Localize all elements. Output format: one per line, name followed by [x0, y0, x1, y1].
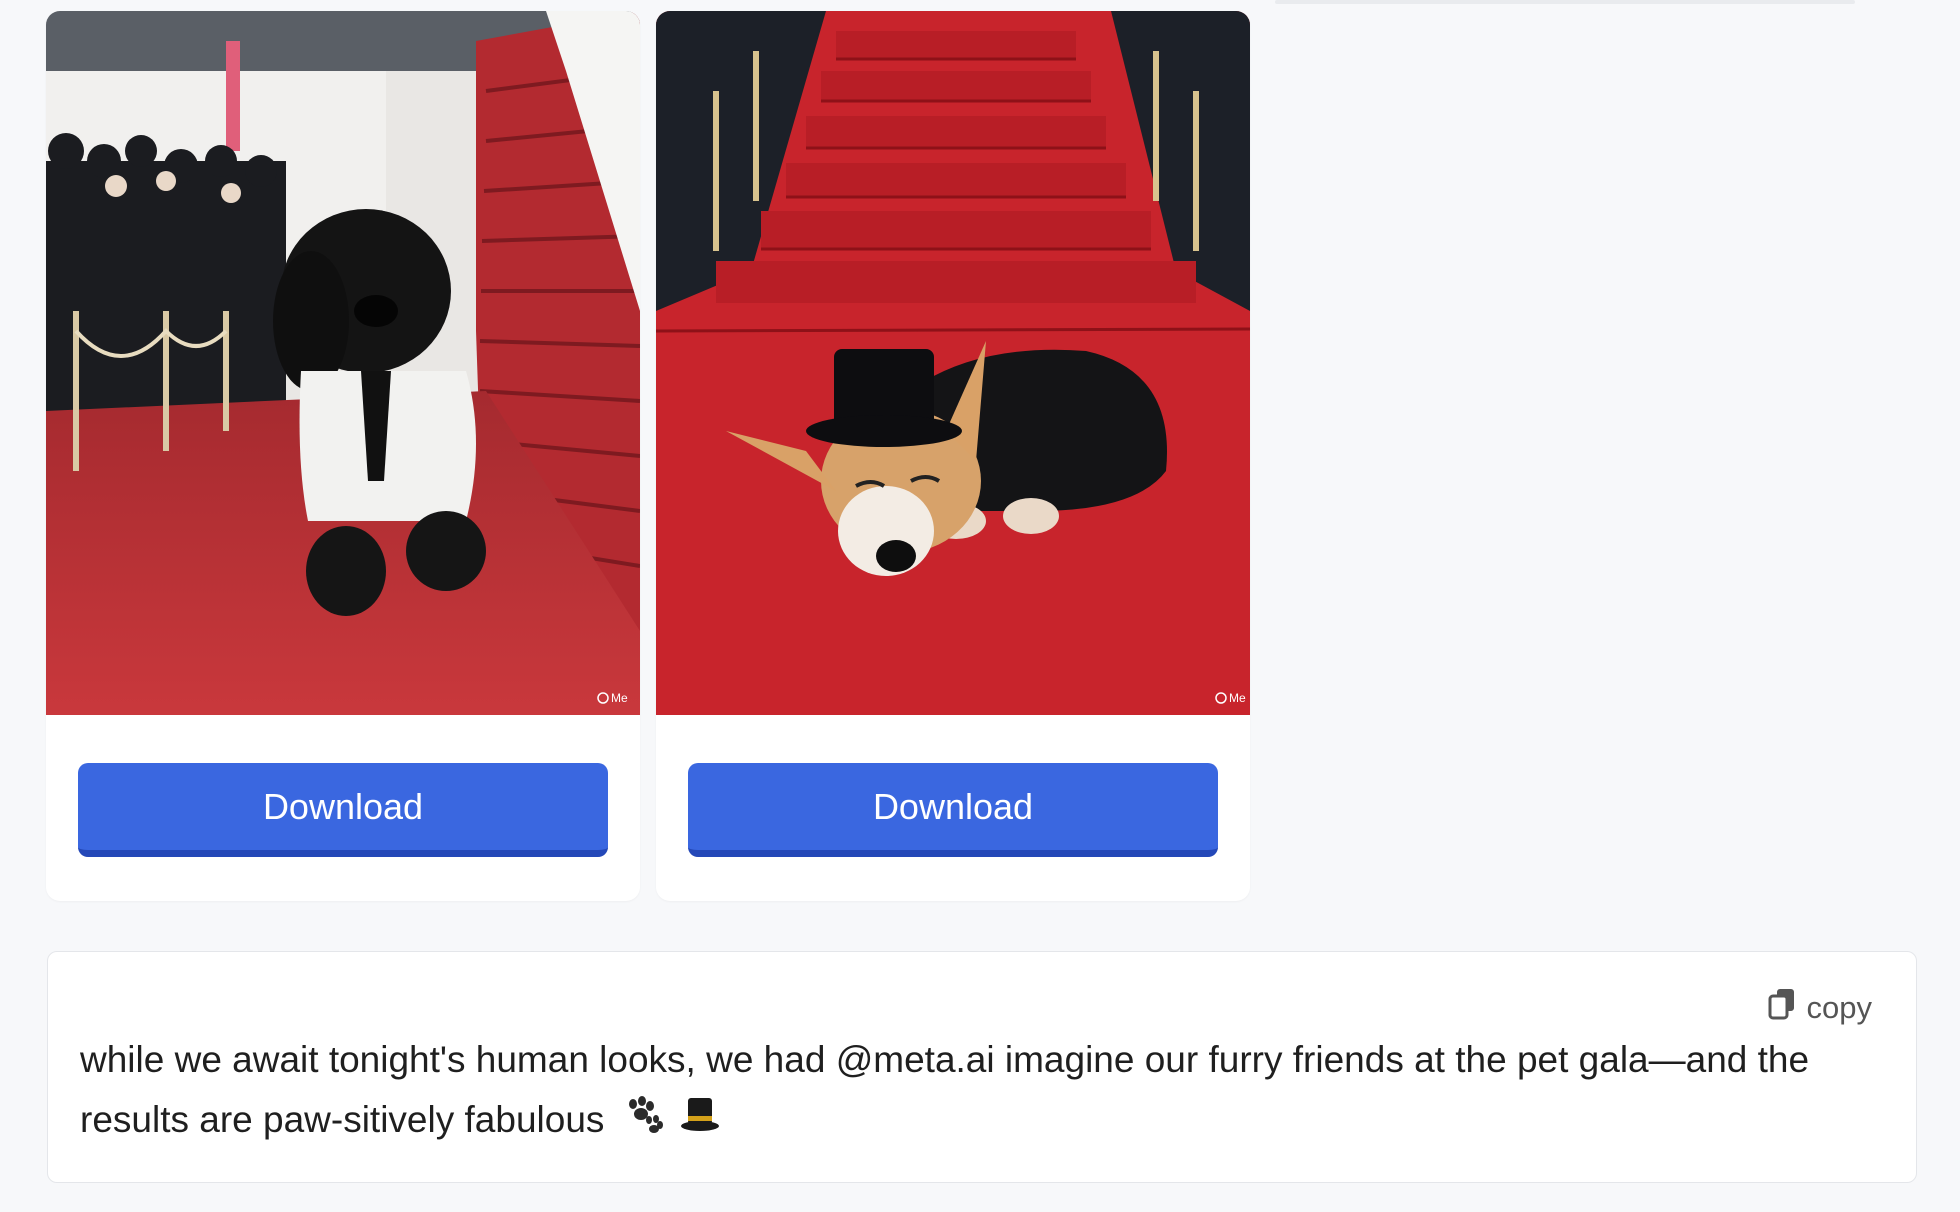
caption-text: while we await tonight's human looks, we…: [80, 1030, 1880, 1152]
watermark-1: Me: [611, 691, 628, 705]
generated-image-2[interactable]: Me: [656, 11, 1250, 715]
caption-body: while we await tonight's human looks, we…: [80, 1039, 1810, 1140]
image-card-2: Me Download: [656, 11, 1250, 901]
paw-prints-icon: [621, 1092, 663, 1152]
divider-line: [1275, 0, 1855, 4]
copy-icon: [1767, 987, 1797, 1029]
download-button-1[interactable]: Download: [78, 763, 608, 857]
watermark-2: Me: [1229, 691, 1246, 705]
copy-label: copy: [1806, 990, 1872, 1025]
image-card-1: Me Download: [46, 11, 640, 901]
download-button-2[interactable]: Download: [688, 763, 1218, 857]
caption-panel: copy while we await tonight's human look…: [47, 951, 1917, 1183]
generated-image-1[interactable]: Me: [46, 11, 640, 715]
top-hat-icon: [679, 1092, 721, 1152]
copy-button[interactable]: copy: [1767, 986, 1872, 1030]
